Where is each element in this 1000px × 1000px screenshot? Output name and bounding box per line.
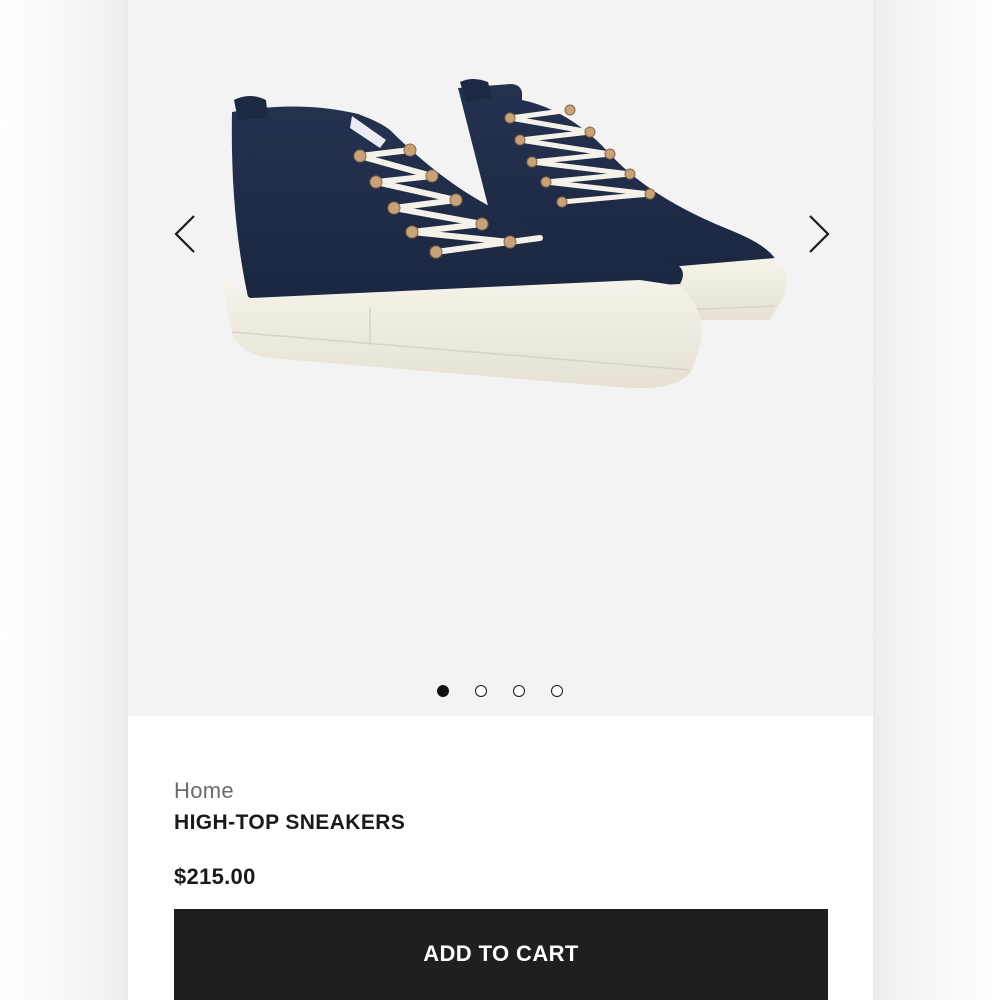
- product-gallery[interactable]: [128, 0, 873, 716]
- carousel-dot-2[interactable]: [475, 685, 487, 697]
- carousel-dot-1[interactable]: [437, 685, 449, 697]
- product-title: HIGH-TOP SNEAKERS: [174, 811, 406, 834]
- carousel-pagination: [128, 684, 873, 702]
- product-price: $215.00: [174, 864, 256, 889]
- carousel-dot-4[interactable]: [551, 685, 563, 697]
- breadcrumb-home[interactable]: Home: [174, 778, 234, 804]
- add-to-cart-button[interactable]: ADD TO CART: [174, 909, 828, 1000]
- background-right: [873, 0, 1000, 1000]
- carousel-dot-3[interactable]: [513, 685, 525, 697]
- chevron-left-icon[interactable]: [166, 212, 206, 256]
- product-image: [221, 79, 787, 389]
- background-left: [0, 0, 128, 1000]
- chevron-right-icon[interactable]: [798, 212, 838, 256]
- product-page: Home HIGH-TOP SNEAKERS $215.00 ADD TO CA…: [128, 0, 873, 1000]
